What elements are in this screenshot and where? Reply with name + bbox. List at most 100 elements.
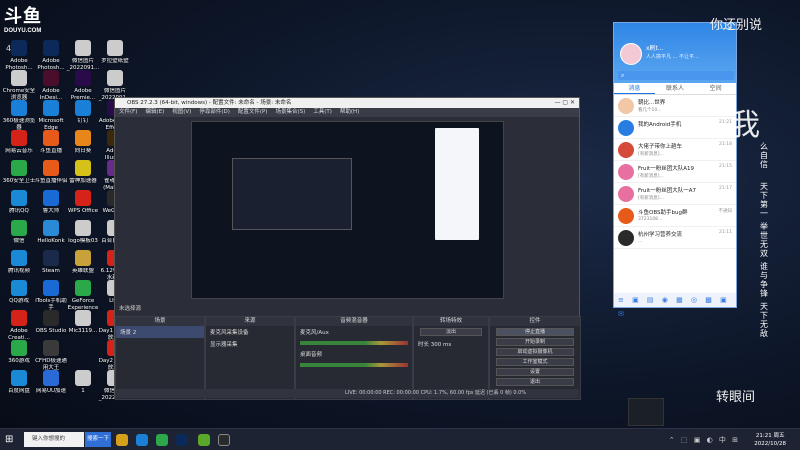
duration-field[interactable]: 300 ms [431, 342, 451, 348]
chat-panel[interactable]: — ✕ x刷t... 人人搞平凡 ... 不让平... ⌕ 消息 联系人 空间 朝比… [613, 22, 737, 318]
desktop-shortcut[interactable]: 360极速浏览器 [2, 100, 36, 131]
desktop-shortcut[interactable]: 360游戏 [2, 340, 36, 365]
desktop-shortcut[interactable]: 斗鱼直播 [34, 130, 68, 155]
menu-item[interactable]: 视图(V) [172, 109, 191, 115]
shortcut-label: 钉钉 [77, 118, 89, 124]
desktop-shortcut[interactable]: 1 [66, 370, 100, 395]
desktop-shortcut[interactable]: Adobe Creati... [2, 310, 36, 341]
desktop-shortcut[interactable]: 罗拉壁纸壁 [98, 40, 132, 65]
chat-list-item[interactable]: Fruit一粉丝团大队A19 [有新消息]... 21:15 [614, 161, 736, 183]
chat-tab[interactable]: 消息 [614, 83, 655, 94]
obs-title-bar[interactable]: OBS 27.2.3 (64-bit, windows) - 配置文件: 未命名… [115, 98, 579, 108]
settings-button[interactable]: 设置 [496, 368, 574, 376]
desktop-shortcut[interactable]: 网易UU加速 [34, 370, 68, 395]
menu-item[interactable]: 场景集合(S) [275, 109, 305, 115]
desktop-shortcut[interactable]: GeForce Experience [66, 280, 100, 311]
chat-list-item[interactable]: 朝比...世界 看几个10... [614, 95, 736, 117]
clock-time: 21:21 周五 [755, 433, 785, 439]
menu-item[interactable]: 帮助(H) [340, 109, 359, 115]
desktop-shortcut[interactable]: Mic3119... [66, 310, 100, 335]
desktop-shortcut[interactable]: iTools手机助手 [34, 280, 68, 311]
source-item[interactable]: 显示器采集 [206, 338, 294, 350]
chat-tab[interactable]: 空间 [695, 83, 736, 94]
source-item[interactable]: 麦克风采集设备 [206, 326, 294, 338]
scene-item[interactable]: 场景 2 [116, 326, 204, 338]
desktop-shortcut[interactable]: Chrome安全浏览器 [2, 70, 36, 101]
desktop-shortcut[interactable]: 雷神加速器 [66, 160, 100, 185]
window-controls[interactable]: — ▢ ✕ [554, 98, 575, 108]
desktop-shortcut[interactable]: 斗鱼直播伴侣 [34, 160, 68, 185]
desktop-shortcut[interactable]: 微信图片_2022091... [66, 40, 100, 71]
chat-list-item[interactable]: 杭州学习营养交流... 21:11 [614, 227, 736, 249]
desktop-shortcut[interactable]: 英雄联盟 [66, 250, 100, 275]
exit-button[interactable]: 退出 [496, 378, 574, 386]
avatar [618, 186, 634, 202]
desktop-shortcut[interactable]: Adobe Photosh... [34, 40, 68, 71]
chat-list-item[interactable]: 大佬子带你上趟车 [有新消息]... 21:18 [614, 139, 736, 161]
avatar [618, 142, 634, 158]
desktop-shortcut[interactable]: 网易云音乐 [2, 130, 36, 155]
desktop-shortcut[interactable]: OBS Studio [34, 310, 68, 335]
shortcut-label: HelloKonk [37, 238, 65, 244]
chat-list-item[interactable]: 斗鱼OBS助手bug群 3723108... 不通知 [614, 205, 736, 227]
search-icon: ⌕ [621, 72, 625, 79]
desktop-shortcut[interactable]: 百度网盘 [2, 370, 36, 395]
obs-icon[interactable] [218, 434, 230, 446]
desktop-shortcut[interactable]: 向日葵 [66, 130, 100, 155]
app-icon [107, 70, 123, 86]
desktop-shortcut[interactable]: 腾讯视频 [2, 250, 36, 275]
chat-list: 朝比...世界 看几个10... 我的Android手机 21:21 大佬子带你上趟车[… [614, 95, 736, 249]
menu-item[interactable]: 配置文件(P) [238, 109, 268, 115]
desktop-shortcut[interactable]: HelloKonk [34, 220, 68, 245]
app-icon[interactable] [198, 434, 210, 446]
desktop-shortcut[interactable]: Adobe InDesi... [34, 70, 68, 101]
stop-stream-button[interactable]: 停止直播 [496, 328, 574, 336]
avatar[interactable] [620, 43, 642, 65]
wechat-icon[interactable] [156, 434, 168, 446]
virtual-camera-button[interactable]: 启动虚拟摄像机 [496, 348, 574, 356]
chat-list-item[interactable]: Fruit一粉丝团大队一A7 [有新消息]... 21:17 [614, 183, 736, 205]
desktop-shortcut[interactable]: 腾讯QQ [2, 190, 36, 215]
menu-item[interactable]: 停靠部件(D) [199, 109, 230, 115]
app-icon [75, 250, 91, 266]
desktop-shortcut[interactable]: QQ游戏 [2, 280, 36, 305]
taskbar-search-button[interactable]: 搜索一下 [85, 432, 111, 447]
clock[interactable]: 21:21 周五 2022/10/28 [754, 432, 786, 448]
chat-search-input[interactable]: ⌕ [618, 71, 734, 80]
chat-list-item[interactable]: 我的Android手机 21:21 [614, 117, 736, 139]
app-icon [75, 190, 91, 206]
desktop-shortcut[interactable]: CFHD极速通用大王 [34, 340, 68, 371]
menu-item[interactable]: 文件(F) [119, 109, 137, 115]
desktop-shortcut[interactable]: Steam [34, 250, 68, 275]
volume-meter[interactable] [300, 363, 408, 367]
taskbar-search-input[interactable]: 键入你想搜的 [24, 432, 84, 447]
desktop-shortcut[interactable]: Adobe Premie... [66, 70, 100, 101]
chat-bottom-bar[interactable]: ≡ ▣ ▤ ◉ ▦ ◎ ▩ ▣ ✉ [614, 293, 736, 318]
chat-time: 21:17 [719, 186, 732, 191]
chrome-icon[interactable] [116, 434, 128, 446]
menu-item[interactable]: 编辑(E) [145, 109, 164, 115]
desktop-shortcut[interactable]: WPS Office [66, 190, 100, 215]
calligraphy-big: 我 [730, 108, 760, 143]
app-icon [11, 100, 27, 116]
edge-icon[interactable] [136, 434, 148, 446]
desktop-shortcut[interactable]: 钉钉 [66, 100, 100, 125]
desktop-shortcut[interactable]: logo模板03 [66, 220, 100, 245]
photoshop-icon[interactable] [176, 434, 188, 446]
volume-meter[interactable] [300, 341, 408, 345]
obs-preview[interactable] [191, 121, 504, 299]
desktop-shortcut[interactable]: Microsoft Edge [34, 100, 68, 131]
transition-select[interactable]: 淡出 [420, 328, 482, 336]
studio-mode-button[interactable]: 工作室模式 [496, 358, 574, 366]
desktop-shortcut[interactable]: 360安全卫士 [2, 160, 36, 185]
start-recording-button[interactable]: 开始录制 [496, 338, 574, 346]
menu-item[interactable]: 工具(T) [313, 109, 332, 115]
obs-window[interactable]: OBS 27.2.3 (64-bit, windows) - 配置文件: 未命名… [114, 97, 581, 400]
chat-tab[interactable]: 联系人 [655, 83, 696, 94]
windows-icon[interactable]: ⊞ [5, 434, 13, 445]
desktop-shortcut[interactable]: Adobe Photosh... [2, 40, 36, 71]
system-tray[interactable]: ⌃ ⬚ ▣ ◐ 中 ⊞ [669, 435, 740, 445]
desktop-shortcut[interactable]: 鲁大师 [34, 190, 68, 215]
desktop-shortcut[interactable]: 微信 [2, 220, 36, 245]
app-icon [11, 160, 27, 176]
